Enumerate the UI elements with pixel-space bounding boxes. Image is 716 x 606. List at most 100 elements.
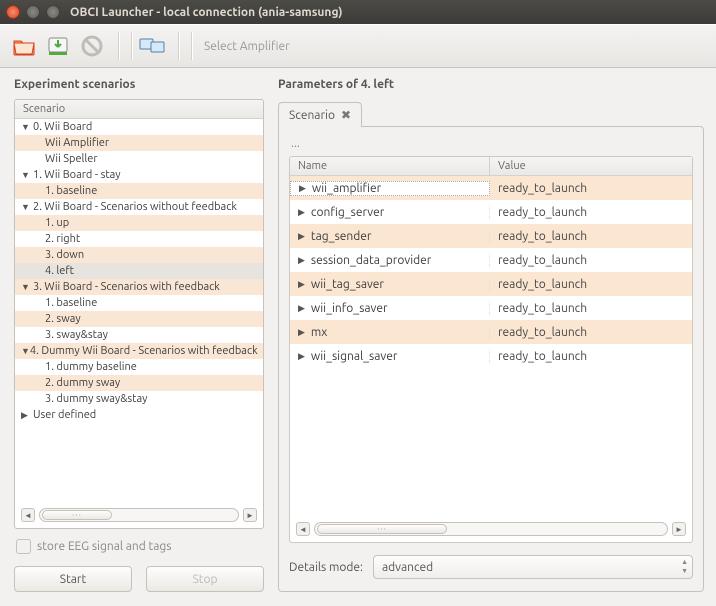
- scenario-tree[interactable]: ▼0. Wii BoardWii AmplifierWii Speller▼1.…: [15, 119, 263, 504]
- chevron-down-icon[interactable]: ▼: [21, 170, 33, 180]
- scroll-left-button[interactable]: ◄: [296, 522, 310, 536]
- chevron-down-icon[interactable]: ▼: [21, 122, 33, 132]
- details-mode-value: advanced: [382, 561, 433, 574]
- tree-horizontal-scrollbar[interactable]: ◄ ►: [15, 504, 263, 528]
- tree-leaf[interactable]: 1. dummy baseline: [15, 359, 263, 375]
- tree-leaf[interactable]: 1. up: [15, 215, 263, 231]
- start-button[interactable]: Start: [14, 566, 132, 592]
- tree-leaf[interactable]: 2. right: [15, 231, 263, 247]
- store-eeg-checkbox[interactable]: [16, 539, 31, 554]
- tree-leaf[interactable]: 2. dummy sway: [15, 375, 263, 391]
- parameter-row[interactable]: ▶wii_tag_saverready_to_launch: [290, 272, 692, 296]
- chevron-right-icon[interactable]: ▶: [298, 303, 305, 314]
- open-folder-button[interactable]: [10, 32, 38, 60]
- parameter-value[interactable]: ready_to_launch: [490, 326, 692, 339]
- scroll-thumb[interactable]: [317, 524, 447, 534]
- tree-leaf[interactable]: 3. down: [15, 247, 263, 263]
- close-tab-icon[interactable]: ✖: [341, 108, 351, 122]
- tree-branch[interactable]: ▼2. Wii Board - Scenarios without feedba…: [15, 199, 263, 215]
- parameter-name-cell[interactable]: ▶session_data_provider: [290, 254, 490, 267]
- chevron-right-icon[interactable]: ▶: [21, 410, 33, 421]
- chevron-right-icon[interactable]: ▶: [298, 207, 305, 218]
- tree-leaf[interactable]: Wii Amplifier: [15, 135, 263, 151]
- tree-leaf[interactable]: 2. sway: [15, 311, 263, 327]
- window-close-button[interactable]: [6, 5, 20, 19]
- tree-item-label: 1. up: [45, 217, 69, 229]
- parameter-row[interactable]: ▶tag_senderready_to_launch: [290, 224, 692, 248]
- tree-branch[interactable]: ▼0. Wii Board: [15, 119, 263, 135]
- parameter-name-cell[interactable]: ▶wii_signal_saver: [290, 350, 490, 363]
- tree-header[interactable]: Scenario: [15, 100, 263, 119]
- tab-scenario[interactable]: Scenario ✖: [278, 102, 362, 127]
- tree-item-label: 1. dummy baseline: [45, 361, 137, 373]
- toolbar-separator: [191, 32, 192, 60]
- scroll-track[interactable]: [314, 522, 668, 536]
- tree-leaf[interactable]: 3. dummy sway&stay: [15, 391, 263, 407]
- parameter-row[interactable]: ▶wii_amplifierready_to_launch: [290, 176, 692, 200]
- scenario-tree-panel: Scenario ▼0. Wii BoardWii AmplifierWii S…: [14, 99, 264, 529]
- tree-branch[interactable]: ▼4. Dummy Wii Board - Scenarios with fee…: [15, 343, 263, 359]
- chevron-right-icon[interactable]: ▶: [298, 327, 305, 338]
- select-amplifier-label[interactable]: Select Amplifier: [204, 40, 290, 53]
- parameter-value[interactable]: ready_to_launch: [490, 182, 692, 195]
- tree-item-label: 0. Wii Board: [33, 121, 92, 133]
- parameter-name-cell[interactable]: ▶wii_tag_saver: [290, 278, 490, 291]
- chevron-right-icon[interactable]: ▶: [298, 255, 305, 266]
- tree-item-label: 1. Wii Board - stay: [33, 169, 121, 181]
- tree-branch[interactable]: ▼3. Wii Board - Scenarios with feedback: [15, 279, 263, 295]
- chevron-right-icon[interactable]: ▶: [298, 231, 305, 242]
- tree-item-label: 2. dummy sway: [45, 377, 120, 389]
- monitors-button[interactable]: [138, 32, 166, 60]
- scroll-right-button[interactable]: ►: [243, 508, 257, 522]
- save-button[interactable]: [44, 32, 72, 60]
- toolbar-separator: [118, 32, 119, 60]
- window-title: OBCI Launcher - local connection (ania-s…: [70, 6, 343, 19]
- parameter-value[interactable]: ready_to_launch: [490, 254, 692, 267]
- scroll-thumb[interactable]: [42, 510, 112, 520]
- tree-leaf[interactable]: Wii Speller: [15, 151, 263, 167]
- parameter-name-cell[interactable]: ▶wii_amplifier: [290, 181, 490, 196]
- parameter-name-cell[interactable]: ▶config_server: [290, 206, 490, 219]
- parameter-value[interactable]: ready_to_launch: [490, 206, 692, 219]
- parameter-name: mx: [311, 326, 327, 339]
- scroll-right-button[interactable]: ►: [672, 522, 686, 536]
- tree-branch[interactable]: ▼1. Wii Board - stay: [15, 167, 263, 183]
- chevron-right-icon[interactable]: ▶: [299, 183, 306, 194]
- chevron-down-icon[interactable]: ▼: [21, 202, 33, 212]
- parameter-value[interactable]: ready_to_launch: [490, 230, 692, 243]
- parameter-value[interactable]: ready_to_launch: [490, 350, 692, 363]
- chevron-down-icon[interactable]: ▼: [21, 282, 33, 292]
- window-minimize-button[interactable]: [26, 5, 40, 19]
- tree-item-label: 4. left: [45, 265, 74, 277]
- window-maximize-button[interactable]: [46, 5, 60, 19]
- parameter-name-cell[interactable]: ▶wii_info_saver: [290, 302, 490, 315]
- chevron-right-icon[interactable]: ▶: [298, 279, 305, 290]
- parameter-row[interactable]: ▶config_serverready_to_launch: [290, 200, 692, 224]
- details-mode-select[interactable]: advanced ▲▼: [373, 555, 693, 579]
- parameter-value[interactable]: ready_to_launch: [490, 278, 692, 291]
- chevron-right-icon[interactable]: ▶: [298, 351, 305, 362]
- parameter-row[interactable]: ▶wii_info_saverready_to_launch: [290, 296, 692, 320]
- stop-button[interactable]: Stop: [146, 566, 264, 592]
- grid-horizontal-scrollbar[interactable]: ◄ ►: [290, 518, 692, 542]
- breadcrumb[interactable]: ...: [291, 137, 693, 150]
- tree-leaf[interactable]: 4. left: [15, 263, 263, 279]
- tree-leaf[interactable]: 3. sway&stay: [15, 327, 263, 343]
- spinner-icon[interactable]: ▲▼: [681, 558, 688, 576]
- parameter-row[interactable]: ▶session_data_providerready_to_launch: [290, 248, 692, 272]
- scroll-track[interactable]: [39, 508, 239, 522]
- scroll-left-button[interactable]: ◄: [21, 508, 35, 522]
- parameter-value[interactable]: ready_to_launch: [490, 302, 692, 315]
- parameter-row[interactable]: ▶wii_signal_saverready_to_launch: [290, 344, 692, 368]
- parameter-name-cell[interactable]: ▶tag_sender: [290, 230, 490, 243]
- parameter-row[interactable]: ▶ mx ready_to_launch: [290, 320, 692, 344]
- grid-body[interactable]: ▶wii_amplifierready_to_launch▶config_ser…: [290, 176, 692, 518]
- column-header-name[interactable]: Name: [290, 157, 490, 175]
- tree-item-label: 3. Wii Board - Scenarios with feedback: [33, 281, 220, 293]
- chevron-down-icon[interactable]: ▼: [21, 346, 30, 356]
- parameter-name-cell[interactable]: ▶ mx: [290, 326, 490, 339]
- tree-leaf[interactable]: 1. baseline: [15, 183, 263, 199]
- tree-leaf[interactable]: 1. baseline: [15, 295, 263, 311]
- column-header-value[interactable]: Value: [490, 157, 692, 175]
- tree-branch[interactable]: ▶User defined: [15, 407, 263, 423]
